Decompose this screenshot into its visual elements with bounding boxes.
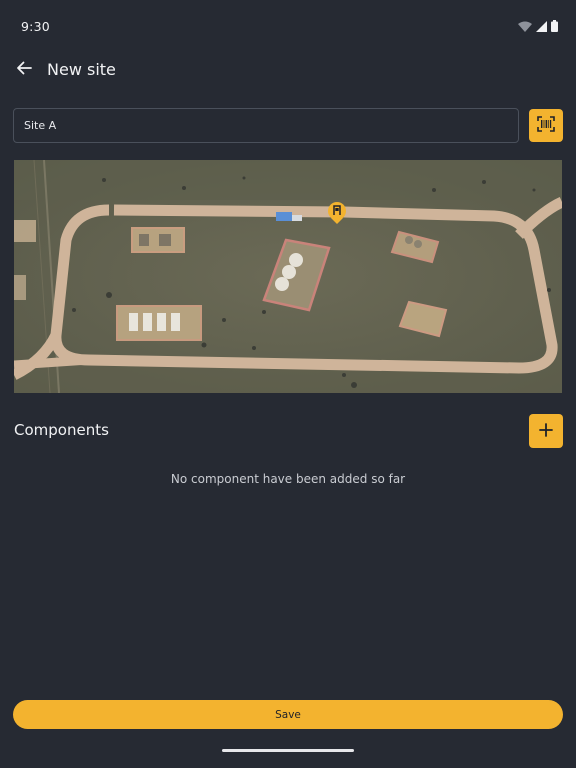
status-bar: 9:30 [0,0,576,52]
battery-icon [551,20,558,32]
empty-components-message: No component have been added so far [170,472,406,486]
wifi-icon [518,21,532,32]
plus-icon [539,422,553,441]
arrow-left-icon [16,60,32,80]
status-icons [518,20,558,32]
save-button[interactable]: Save [13,700,563,729]
app-bar: New site [0,52,576,88]
page-title: New site [47,60,116,79]
site-map[interactable] [14,160,562,393]
status-time: 9:30 [21,19,50,34]
back-button[interactable] [10,56,38,84]
cell-signal-icon [536,20,547,32]
new-site-screen: 9:30 New site Site A Components No compo… [0,0,576,768]
site-name-input[interactable] [13,108,519,143]
home-indicator [222,749,354,752]
add-component-button[interactable] [529,414,563,448]
barcode-scan-icon [537,115,555,136]
scan-barcode-button[interactable] [529,109,563,142]
components-title: Components [14,421,109,439]
